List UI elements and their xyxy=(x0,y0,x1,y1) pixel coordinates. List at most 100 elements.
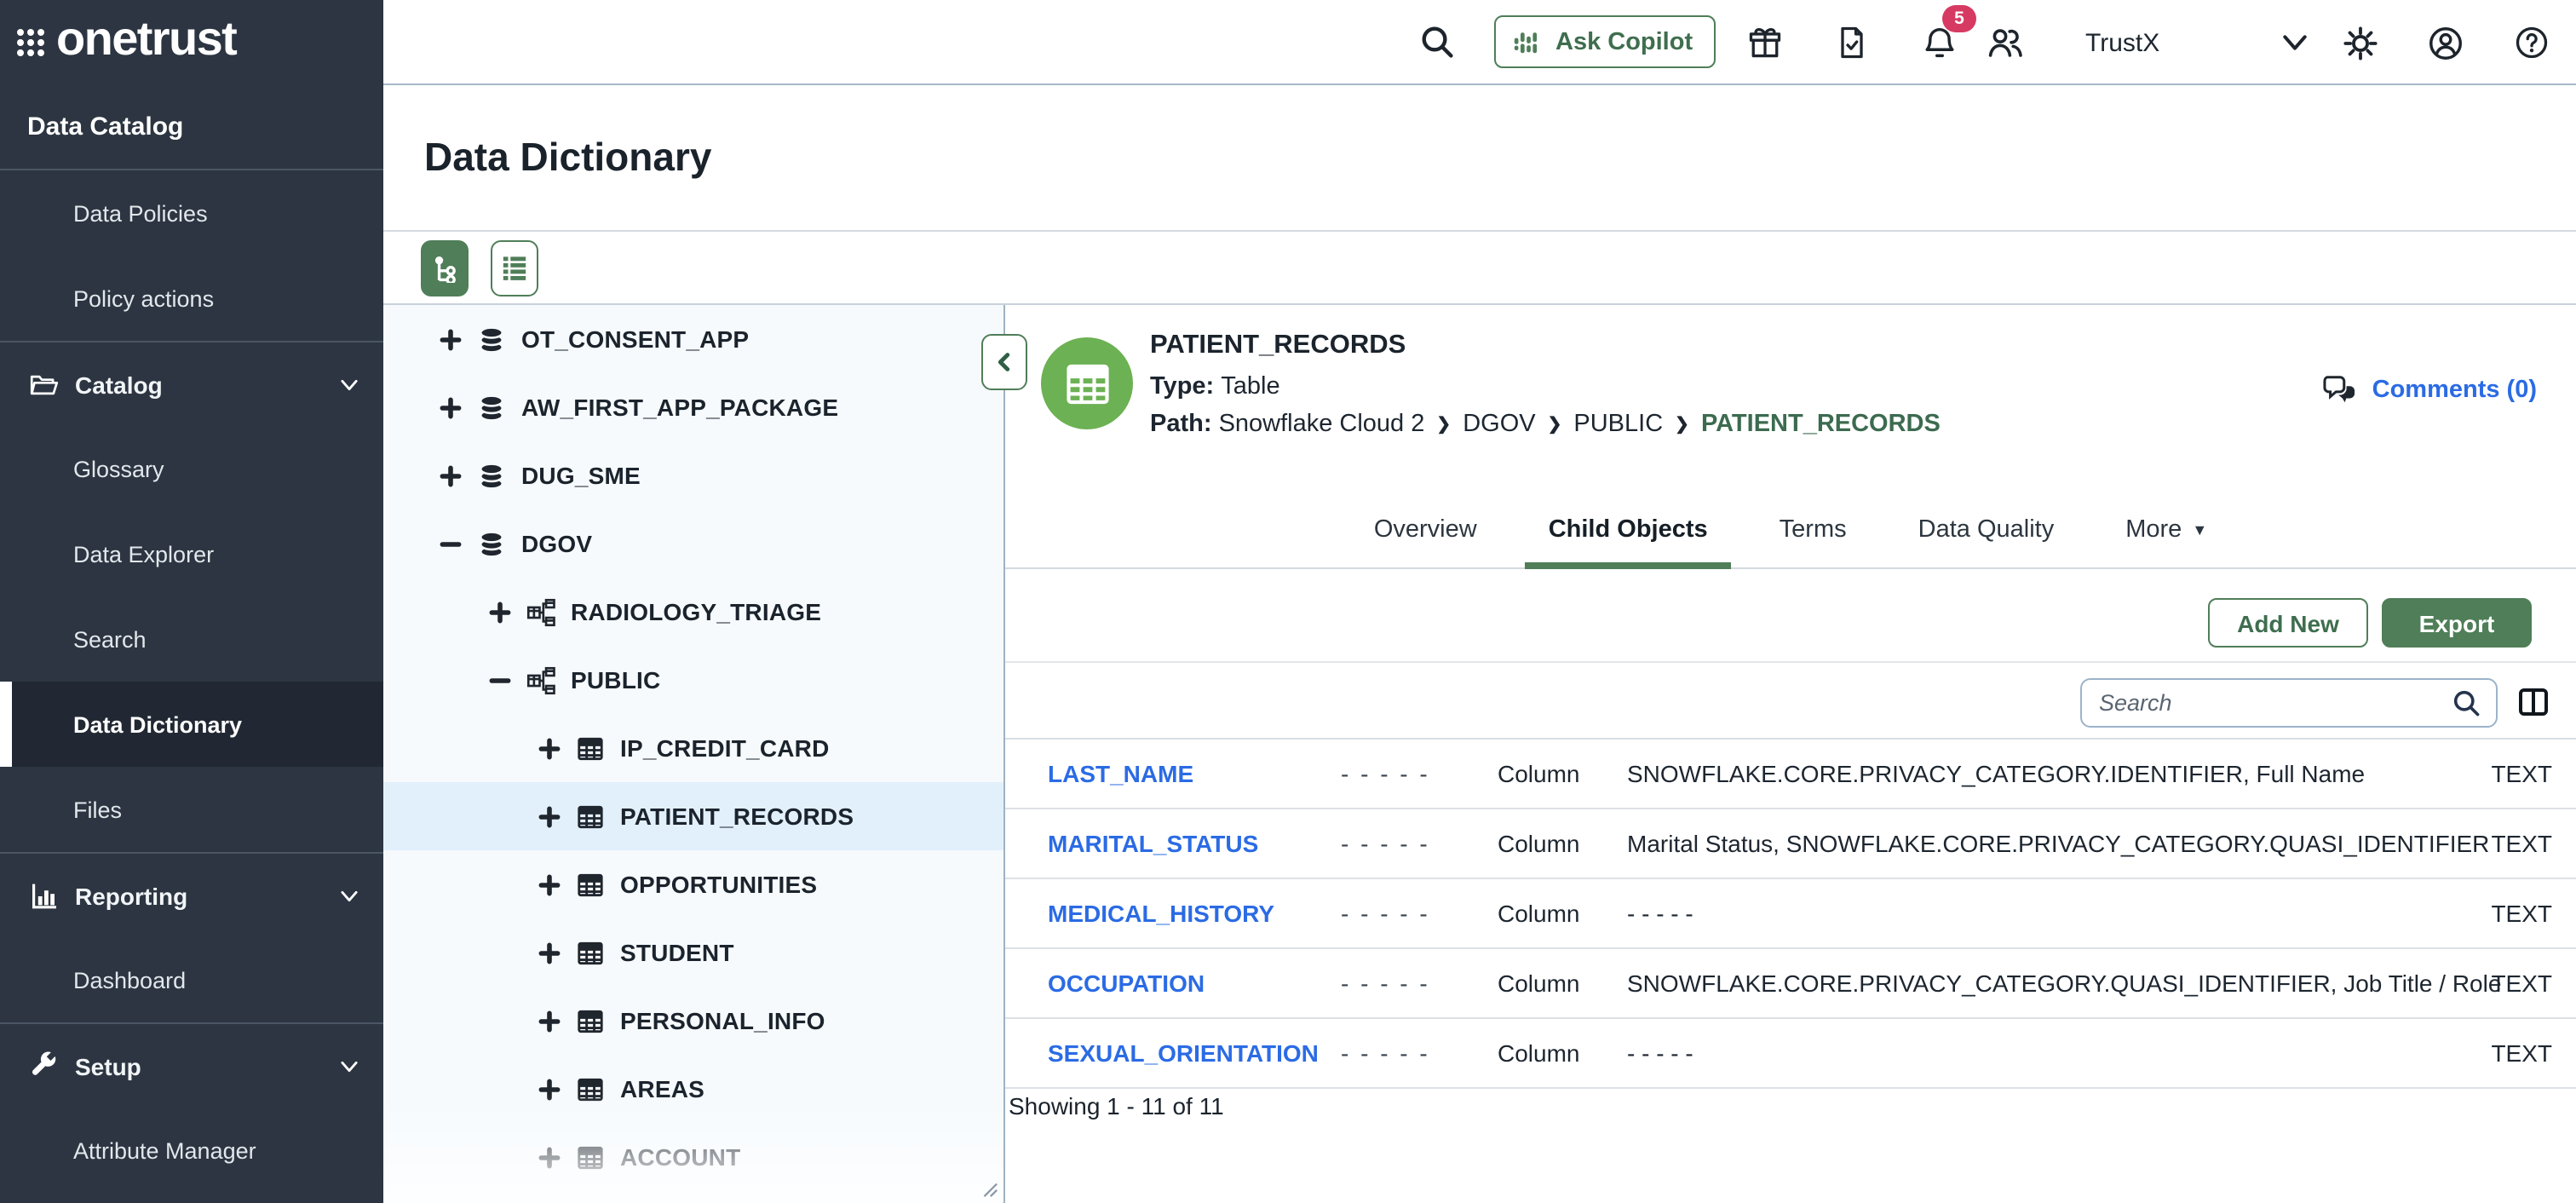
table-search-band xyxy=(1005,661,2576,740)
tree-item-account[interactable]: ACCOUNT xyxy=(383,1123,1003,1191)
tree-item-ip-credit-card[interactable]: IP_CREDIT_CARD xyxy=(383,714,1003,782)
table-row[interactable]: OCCUPATION - - - - - Column SNOWFLAKE.CO… xyxy=(1005,949,2576,1019)
add-new-button[interactable]: Add New xyxy=(2208,598,2368,648)
expand-plus-icon[interactable] xyxy=(538,1078,561,1100)
collapse-minus-icon[interactable] xyxy=(440,532,462,555)
breadcrumb-item[interactable]: PUBLIC xyxy=(1573,411,1663,438)
collapse-minus-icon[interactable] xyxy=(489,669,511,691)
table-row[interactable]: MARITAL_STATUS - - - - - Column Marital … xyxy=(1005,809,2576,879)
table-row[interactable]: SEXUAL_ORIENTATION - - - - - Column - - … xyxy=(1005,1019,2576,1089)
column-name-link[interactable]: MARITAL_STATUS xyxy=(1048,809,1258,878)
sidebar-item-files[interactable]: Files xyxy=(0,767,383,852)
database-icon xyxy=(477,393,506,422)
sidebar-item-data-dictionary[interactable]: Data Dictionary xyxy=(0,682,383,767)
users-icon[interactable] xyxy=(1985,0,2026,85)
table-icon xyxy=(576,1074,605,1103)
chevron-down-icon xyxy=(337,1054,361,1078)
table-row[interactable]: LAST_NAME - - - - - Column SNOWFLAKE.COR… xyxy=(1005,740,2576,809)
whats-new-gift-button[interactable] xyxy=(1746,0,1784,85)
sidebar-item-policy-actions[interactable]: Policy actions xyxy=(0,256,383,341)
tab-child-objects[interactable]: Child Objects xyxy=(1549,490,1708,568)
expand-plus-icon[interactable] xyxy=(538,1146,561,1168)
top-bar: onetrust Ask Copilot 5 TrustX xyxy=(0,0,2576,85)
child-objects-table: LAST_NAME - - - - - Column SNOWFLAKE.COR… xyxy=(1005,740,2576,1089)
tree-item-dug-sme[interactable]: DUG_SME xyxy=(383,441,1003,509)
sidebar-item-data-explorer[interactable]: Data Explorer xyxy=(0,511,383,596)
expand-plus-icon[interactable] xyxy=(440,396,462,418)
tree-view-toggle-button[interactable] xyxy=(421,239,469,296)
tree-item-aw-first-app-package[interactable]: AW_FIRST_APP_PACKAGE xyxy=(383,373,1003,441)
tree-view-icon xyxy=(430,253,459,282)
tree-item-radiology-triage[interactable]: RADIOLOGY_TRIAGE xyxy=(383,578,1003,646)
data-type-cell: TEXT xyxy=(2491,1019,2552,1087)
global-search-button[interactable] xyxy=(1419,0,1457,85)
description-cell: - - - - - xyxy=(1627,1019,1693,1087)
dropdown-triangle-icon: ▼ xyxy=(2192,521,2207,538)
sidebar-item-dashboard[interactable]: Dashboard xyxy=(0,937,383,1022)
tab-terms[interactable]: Terms xyxy=(1780,490,1847,568)
database-icon xyxy=(477,325,506,354)
sidebar-item-glossary[interactable]: Glossary xyxy=(0,426,383,511)
column-name-link[interactable]: SEXUAL_ORIENTATION xyxy=(1048,1019,1319,1087)
expand-plus-icon[interactable] xyxy=(538,805,561,827)
tree-item-student[interactable]: STUDENT xyxy=(383,918,1003,987)
list-view-toggle-button[interactable] xyxy=(491,239,538,296)
onetrust-logo[interactable]: onetrust xyxy=(0,0,383,85)
ask-copilot-button[interactable]: Ask Copilot xyxy=(1494,15,1715,68)
tree-item-areas[interactable]: AREAS xyxy=(383,1055,1003,1123)
help-button[interactable] xyxy=(2513,0,2550,85)
tree-item-personal-info[interactable]: PERSONAL_INFO xyxy=(383,987,1003,1055)
preview-cell: - - - - - xyxy=(1341,740,1430,808)
sidebar-item-data-policies[interactable]: Data Policies xyxy=(0,170,383,256)
tree-item-ot-consent-app[interactable]: OT_CONSENT_APP xyxy=(383,305,1003,373)
sidebar-section-setup[interactable]: Setup xyxy=(0,1022,383,1108)
sidebar-section-reporting[interactable]: Reporting xyxy=(0,852,383,937)
tree-item-opportunities[interactable]: OPPORTUNITIES xyxy=(383,850,1003,918)
column-picker-icon[interactable] xyxy=(2516,685,2550,719)
expand-plus-icon[interactable] xyxy=(538,1010,561,1032)
object-type-cell: Column xyxy=(1498,740,1580,808)
expand-plus-icon[interactable] xyxy=(538,941,561,964)
database-icon xyxy=(477,461,506,490)
expand-plus-icon[interactable] xyxy=(440,464,462,486)
breadcrumb-item[interactable]: DGOV xyxy=(1463,411,1535,438)
sidebar-title: Data Catalog xyxy=(0,85,383,170)
account-name[interactable]: TrustX xyxy=(2085,0,2159,85)
tree-item-public[interactable]: PUBLIC xyxy=(383,646,1003,714)
expand-plus-icon[interactable] xyxy=(489,601,511,623)
view-toggle-toolbar xyxy=(383,232,2576,305)
sidebar-section-catalog[interactable]: Catalog xyxy=(0,341,383,426)
collapse-tree-panel-button[interactable] xyxy=(981,334,1027,390)
table-row[interactable]: MEDICAL_HISTORY - - - - - Column - - - -… xyxy=(1005,879,2576,949)
column-name-link[interactable]: MEDICAL_HISTORY xyxy=(1048,879,1274,947)
profile-button[interactable] xyxy=(2426,0,2465,85)
table-icon xyxy=(576,802,605,831)
breadcrumb-item[interactable]: Snowflake Cloud 2 xyxy=(1219,411,1425,438)
column-name-link[interactable]: LAST_NAME xyxy=(1048,740,1193,808)
comments-bubbles-icon xyxy=(2323,373,2359,406)
settings-gear-button[interactable] xyxy=(2341,0,2380,85)
sidebar-item-search[interactable]: Search xyxy=(0,596,383,682)
tab-overview[interactable]: Overview xyxy=(1374,490,1477,568)
column-name-link[interactable]: OCCUPATION xyxy=(1048,949,1205,1017)
tab-data-quality[interactable]: Data Quality xyxy=(1918,490,2055,568)
expand-plus-icon[interactable] xyxy=(538,873,561,895)
chevron-down-icon[interactable] xyxy=(2278,0,2312,85)
expand-plus-icon[interactable] xyxy=(538,737,561,759)
search-input[interactable] xyxy=(2082,680,2496,726)
panel-resize-grip[interactable] xyxy=(980,1179,998,1198)
expand-plus-icon[interactable] xyxy=(440,328,462,350)
tree-item-dgov[interactable]: DGOV xyxy=(383,509,1003,578)
bar-chart-icon xyxy=(29,880,60,911)
sidebar-item-attribute-manager[interactable]: Attribute Manager xyxy=(0,1108,383,1193)
export-button[interactable]: Export xyxy=(2382,598,2532,648)
comments-link[interactable]: Comments (0) xyxy=(2323,373,2537,406)
object-type-cell: Column xyxy=(1498,1019,1580,1087)
tab-more[interactable]: More▼ xyxy=(2125,490,2207,568)
tree-item-patient-records[interactable]: PATIENT_RECORDS xyxy=(383,782,1003,850)
search-icon[interactable] xyxy=(2452,688,2482,719)
database-icon xyxy=(477,529,506,558)
chevron-down-icon xyxy=(337,372,361,396)
logo-text: onetrust xyxy=(56,15,236,70)
tasks-document-button[interactable] xyxy=(1833,0,1871,85)
